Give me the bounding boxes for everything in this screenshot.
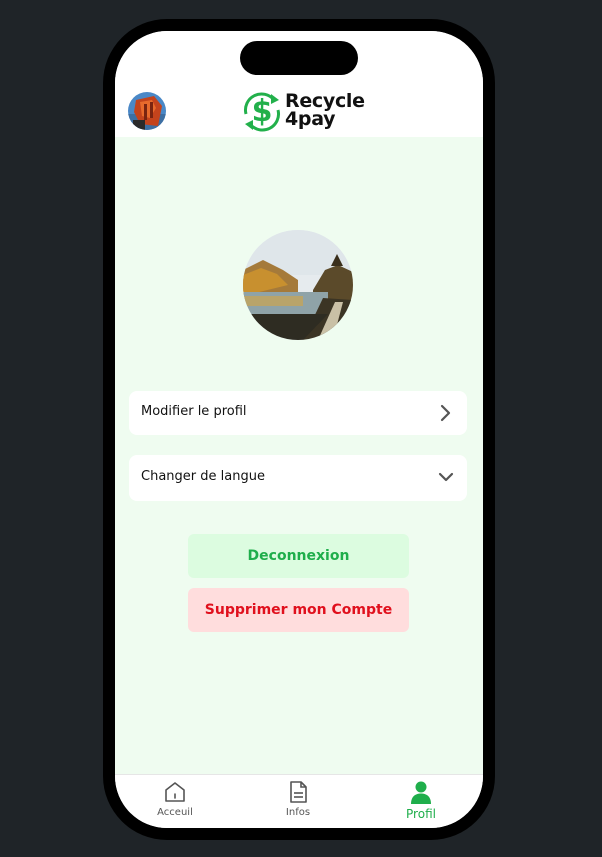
delete-account-button[interactable]: Supprimer mon Compte <box>188 588 409 632</box>
dynamic-island <box>240 41 358 75</box>
app-screen: $ Recycle 4pay Modifier le profil Change… <box>115 31 483 828</box>
phone-frame: $ Recycle 4pay Modifier le profil Change… <box>103 19 495 840</box>
edit-profile-label: Modifier le profil <box>141 404 247 419</box>
user-avatar[interactable] <box>128 92 166 130</box>
profile-photo[interactable] <box>243 230 353 340</box>
change-language-row[interactable]: Changer de langue <box>129 455 467 501</box>
chevron-down-icon <box>438 472 454 482</box>
dollar-recycle-icon: $ <box>244 92 280 132</box>
home-icon <box>165 782 185 802</box>
logout-button[interactable]: Deconnexion <box>188 534 409 578</box>
chevron-right-icon <box>440 404 451 422</box>
nav-item-infos[interactable]: Infos <box>258 779 338 818</box>
svg-text:$: $ <box>252 94 273 129</box>
change-language-label: Changer de langue <box>141 469 265 484</box>
nav-item-profile[interactable]: Profil <box>381 779 461 821</box>
nav-label-profile: Profil <box>406 807 436 821</box>
nav-label-infos: Infos <box>285 807 311 818</box>
document-icon <box>290 781 307 803</box>
nav-label-home: Acceuil <box>157 807 193 818</box>
nav-item-home[interactable]: Acceuil <box>135 779 215 818</box>
edit-profile-row[interactable]: Modifier le profil <box>129 391 467 435</box>
brand-name: Recycle 4pay <box>285 92 365 130</box>
user-icon <box>411 781 431 804</box>
bottom-nav: Acceuil Infos Profil <box>115 774 483 828</box>
brand-line2: 4pay <box>285 108 336 130</box>
profile-content: Modifier le profil Changer de langue Dec… <box>115 137 483 774</box>
